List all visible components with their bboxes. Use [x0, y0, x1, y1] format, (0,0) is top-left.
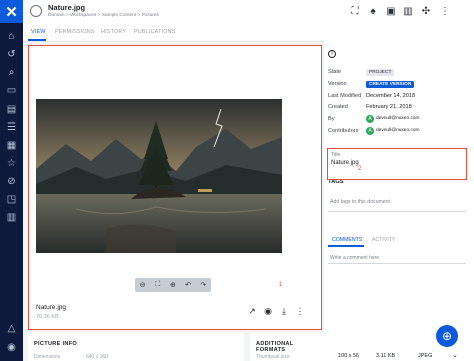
sidebar: ✕ ⌂ ↺ ⌕ ▭ ▤ ☰ ▦ ☆ ⊘ ◳ ▥ △ ◉ [0, 0, 23, 361]
created-label: Created [328, 104, 348, 110]
document-title: Nature.jpg [48, 3, 86, 12]
comment-divider [328, 263, 466, 264]
contributor-avatar: A [366, 127, 374, 135]
favorites-icon[interactable]: ☆ [3, 156, 20, 171]
author-value[interactable]: devnull@nuxeo.com [376, 116, 420, 121]
by-label: By [328, 116, 335, 122]
info-icon: i [328, 50, 336, 58]
personal-workspace-icon[interactable]: ◳ [3, 192, 20, 207]
open-icon[interactable]: ↗ [247, 306, 257, 316]
picture-icon [30, 5, 42, 17]
breadcrumb[interactable]: Domain > Workspaces > Sample Content > P… [48, 13, 159, 18]
more-actions-icon[interactable]: ⋮ [295, 306, 305, 316]
state-badge: PROJECT [366, 69, 395, 76]
create-version-button[interactable]: CREATE VERSION [366, 81, 415, 88]
chevron-down-icon[interactable]: ⌄ [452, 351, 458, 359]
last-modified-label: Last Modified [328, 93, 362, 99]
more-icon[interactable]: ⋮ [439, 5, 451, 17]
tasks-icon[interactable]: ☰ [3, 120, 20, 135]
user-icon[interactable]: ◉ [3, 340, 20, 355]
download-icon[interactable]: ⤓ [279, 306, 289, 316]
tags-divider [328, 211, 466, 212]
tab-history[interactable]: HISTORY [101, 29, 126, 35]
highlight-number-2: 2 [358, 166, 362, 172]
notifications-icon[interactable]: ♠ [367, 5, 379, 17]
preview-icon[interactable]: ◉ [263, 306, 273, 316]
picture-info-panel: PICTURE INFO Dimensions 640 x 360 [28, 332, 244, 361]
contributor-value[interactable]: devnull@nuxeo.com [376, 128, 420, 133]
title-value[interactable]: Nature.jpg [331, 160, 359, 166]
highlight-number-1: 1 [279, 282, 283, 288]
picture-preview [36, 99, 282, 253]
zoom-toolbar: ⊖ ⛶ ⊕ ↶ ↷ [135, 278, 211, 292]
additional-formats-panel: ADDITIONAL FORMATS Thumbnail size [250, 332, 324, 361]
picture-info-heading: PICTURE INFO [34, 341, 78, 347]
dimensions-label: Dimensions [34, 354, 61, 360]
collections-icon[interactable]: ▦ [3, 138, 20, 153]
history-icon[interactable]: ↺ [3, 47, 20, 62]
version-label: Version [328, 81, 347, 87]
file-size: 76.36 KB [36, 314, 59, 320]
trash-icon[interactable]: ▥ [3, 210, 20, 225]
administration-icon[interactable]: △ [3, 321, 20, 336]
clipboard-add-icon[interactable]: ▣ [385, 5, 397, 17]
format-type: JPEG [418, 353, 433, 359]
zoom-in-icon[interactable]: ⊕ [168, 281, 178, 289]
tags-input[interactable]: Add tags to this document [330, 199, 390, 205]
clipboard-icon[interactable]: ▭ [3, 83, 20, 98]
tab-view[interactable]: VIEW [31, 29, 46, 35]
author-avatar: A [366, 115, 374, 123]
search-icon[interactable]: ⌕ [3, 65, 20, 80]
title-field[interactable]: Title Nature.jpg 2 [327, 148, 467, 180]
share-icon[interactable]: ✣ [420, 5, 432, 17]
comments-tab-indicator [328, 245, 364, 247]
expand-icon[interactable]: ⛶ [349, 5, 361, 17]
document-tabs: VIEW PERMISSIONS HISTORY PUBLICATIONS [23, 24, 474, 42]
rotate-left-icon[interactable]: ↶ [183, 281, 193, 289]
home-icon[interactable]: ⌂ [3, 29, 20, 44]
picture-viewer: ⊖ ⛶ ⊕ ↶ ↷ 1 Nature.jpg 76.36 KB ↗ ◉ ⤓ ⋮ [28, 45, 322, 330]
tab-comments[interactable]: COMMENTS [332, 237, 362, 243]
nuxeo-logo[interactable]: ✕ [0, 0, 23, 23]
comment-input[interactable]: Write a comment here [330, 255, 379, 261]
tab-publications[interactable]: PUBLICATIONS [134, 29, 176, 35]
document-header: Nature.jpg Domain > Workspaces > Sample … [23, 0, 474, 24]
format-dimensions: 100 x 56 [338, 353, 360, 359]
delete-icon[interactable]: ▥ [402, 5, 414, 17]
title-label: Title [331, 152, 341, 158]
additional-formats-heading: ADDITIONAL FORMATS [256, 341, 294, 353]
fit-icon[interactable]: ⛶ [153, 281, 163, 289]
state-label: State [328, 69, 342, 75]
created-value: February 21, 2018 [366, 104, 412, 110]
last-modified-value: December 14, 2018 [366, 93, 416, 99]
thumbnail-size-label: Thumbnail size [256, 354, 290, 360]
landscape-image [36, 99, 282, 253]
format-size: 3.11 KB [376, 353, 396, 359]
active-tab-indicator [28, 39, 46, 41]
add-icon: ⊕ [441, 329, 453, 343]
file-name: Nature.jpg [36, 304, 66, 311]
rotate-right-icon[interactable]: ↷ [198, 281, 208, 289]
add-button[interactable]: ⊕ [436, 325, 458, 347]
contributors-label: Contributors [328, 128, 359, 134]
dimensions-value: 640 x 360 [86, 354, 108, 360]
zoom-out-icon[interactable]: ⊖ [138, 281, 148, 289]
info-panel: i State PROJECT Version CREATE VERSION L… [324, 41, 474, 361]
browse-icon[interactable]: ▤ [3, 102, 20, 117]
expired-icon[interactable]: ⊘ [3, 174, 20, 189]
tab-activity[interactable]: ACTIVITY [372, 237, 395, 243]
tab-permissions[interactable]: PERMISSIONS [55, 29, 95, 35]
